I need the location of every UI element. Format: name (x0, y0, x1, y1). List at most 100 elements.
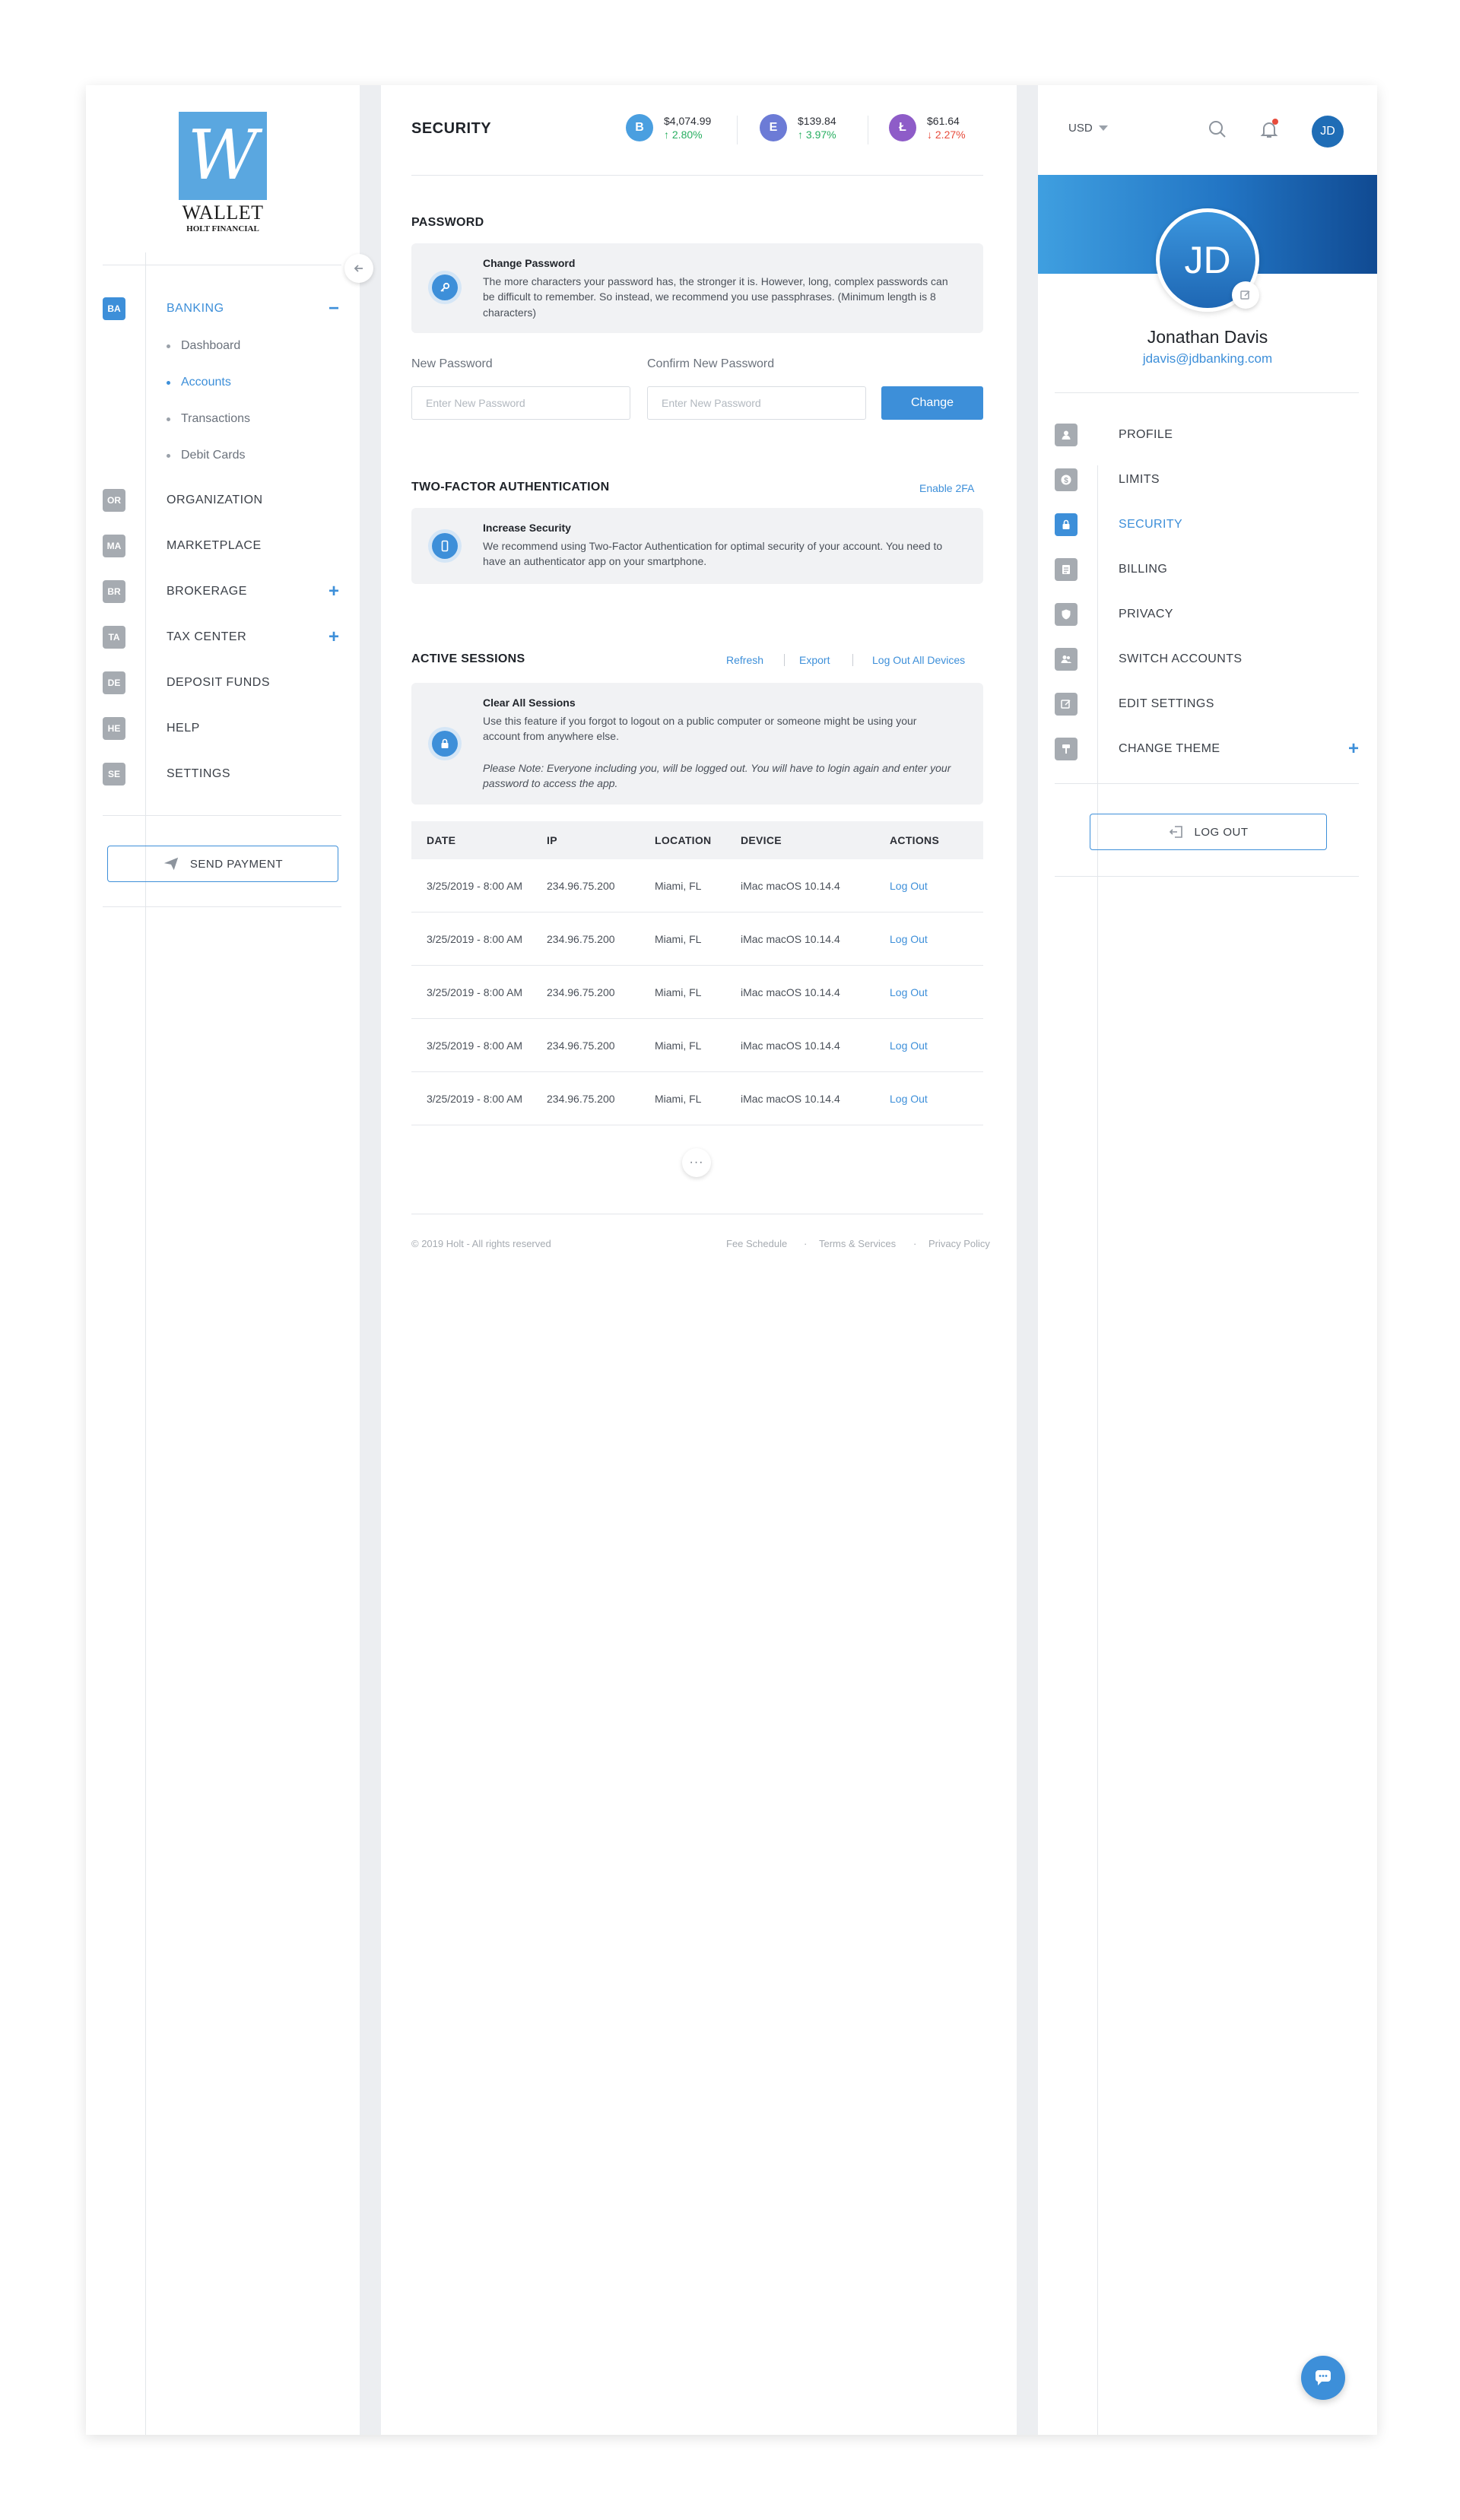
billing-icon (1055, 558, 1078, 581)
avatar[interactable]: JD (1312, 116, 1344, 148)
menu-item-privacy[interactable]: PRIVACY (1055, 602, 1359, 627)
sidebar-item-banking[interactable]: BA BANKING − (103, 297, 341, 321)
divider (1055, 392, 1359, 393)
send-payment-button[interactable]: SEND PAYMENT (107, 846, 338, 882)
load-more-button[interactable]: ··· (682, 1148, 711, 1177)
menu-item-security[interactable]: SECURITY (1055, 513, 1359, 537)
left-sidebar: W WALLET HOLT FINANCIAL BA BANKING − Das… (86, 85, 373, 2435)
search-icon (1209, 121, 1226, 138)
sidebar-item-help[interactable]: HE HELP (103, 716, 341, 741)
menu-item-profile[interactable]: PROFILE (1055, 423, 1359, 447)
litecoin-icon: Ł (889, 114, 916, 142)
table-row: 3/25/2019 - 8:00 AM 234.96.75.200 Miami,… (411, 966, 983, 1019)
organization-badge: OR (103, 489, 125, 512)
lock-icon (1055, 513, 1078, 536)
ethereum-icon: E (760, 114, 787, 142)
footer-link-privacy[interactable]: Privacy Policy (928, 1238, 990, 1249)
arrow-left-icon (354, 265, 363, 272)
cell-location: Miami, FL (655, 1092, 702, 1105)
cell-location: Miami, FL (655, 985, 702, 998)
logout-icon (1170, 826, 1183, 838)
key-icon (428, 271, 462, 304)
paper-plane-icon (163, 857, 179, 871)
cell-location: Miami, FL (655, 879, 702, 892)
log-out-link[interactable]: Log Out (890, 1039, 983, 1052)
confirm-password-input[interactable] (647, 386, 866, 420)
sidebar-item-label: HELP (167, 722, 200, 735)
settings-badge: SE (103, 763, 125, 786)
bullet-icon (167, 417, 170, 421)
menu-item-billing[interactable]: BILLING (1055, 557, 1359, 582)
increase-security-info: Increase Security We recommend using Two… (411, 508, 983, 584)
sidebar-subitem-debit-cards[interactable]: Debit Cards (167, 449, 245, 462)
page-title: SECURITY (411, 120, 492, 137)
expand-section-button[interactable]: + (326, 581, 341, 602)
sidebar-item-deposit-funds[interactable]: DE DEPOSIT FUNDS (103, 671, 341, 695)
dollar-icon: $ (1055, 468, 1078, 491)
sidebar-item-label: DEPOSIT FUNDS (167, 676, 270, 689)
sidebar-subitem-transactions[interactable]: Transactions (167, 412, 250, 426)
paint-roller-icon (1055, 738, 1078, 760)
footer-link-fee-schedule[interactable]: Fee Schedule (726, 1238, 787, 1249)
log-out-link[interactable]: Log Out (890, 933, 983, 945)
ticker-price: $61.64 (927, 115, 960, 127)
menu-item-edit-settings[interactable]: EDIT SETTINGS (1055, 692, 1359, 716)
sidebar-subitem-accounts[interactable]: Accounts (167, 376, 231, 389)
column-header[interactable]: DEVICE (741, 834, 890, 846)
ticker-litecoin[interactable]: Ł $61.64 ↓ 2.27% (889, 114, 966, 142)
menu-item-label: PROFILE (1119, 428, 1173, 441)
search-button[interactable] (1204, 116, 1231, 143)
cell-ip: 234.96.75.200 (547, 1039, 615, 1052)
cell-ip: 234.96.75.200 (547, 879, 615, 892)
wallet-logo[interactable]: W WALLET HOLT FINANCIAL (177, 112, 268, 241)
sidebar-item-tax-center[interactable]: TA TAX CENTER + (103, 625, 341, 649)
sidebar-item-marketplace[interactable]: MA MARKETPLACE (103, 534, 341, 558)
menu-item-limits[interactable]: $ LIMITS (1055, 468, 1359, 492)
edit-avatar-button[interactable] (1232, 281, 1259, 309)
sidebar-item-organization[interactable]: OR ORGANIZATION (103, 488, 341, 513)
sidebar-item-label: ORGANIZATION (167, 494, 263, 506)
log-out-link[interactable]: Log Out (890, 880, 983, 892)
column-header[interactable]: LOCATION (655, 834, 741, 846)
ticker-bitcoin[interactable]: B $4,074.99 ↑ 2.80% (626, 114, 711, 142)
collapse-section-button[interactable]: − (326, 298, 341, 319)
logo-wordmark: WALLET (182, 202, 264, 224)
column-header[interactable]: IP (547, 834, 655, 846)
cell-device: iMac macOS 10.14.4 (741, 1039, 840, 1052)
sidebar-item-brokerage[interactable]: BR BROKERAGE + (103, 579, 341, 604)
divider (784, 654, 785, 666)
log-out-button[interactable]: LOG OUT (1090, 814, 1327, 850)
currency-select[interactable]: USD (1068, 122, 1108, 135)
sidebar-subitem-dashboard[interactable]: Dashboard (167, 339, 240, 353)
log-out-link[interactable]: Log Out (890, 986, 983, 998)
notifications-button[interactable] (1255, 116, 1283, 143)
column-header[interactable]: ACTIONS (890, 834, 983, 846)
clear-sessions-info: Clear All Sessions Use this feature if y… (411, 683, 983, 805)
collapse-sidebar-button[interactable] (344, 254, 373, 283)
divider (852, 654, 853, 666)
chat-button[interactable] (1301, 2356, 1345, 2400)
expand-section-button[interactable]: + (326, 627, 341, 648)
column-header[interactable]: DATE (411, 834, 547, 846)
menu-item-change-theme[interactable]: CHANGE THEME + (1055, 737, 1359, 761)
menu-item-label: SECURITY (1119, 518, 1183, 531)
table-row: 3/25/2019 - 8:00 AM 234.96.75.200 Miami,… (411, 1019, 983, 1072)
new-password-input[interactable] (411, 386, 630, 420)
change-password-info: Change Password The more characters your… (411, 243, 983, 333)
cell-date: 3/25/2019 - 8:00 AM (427, 932, 523, 945)
ticker-ethereum[interactable]: E $139.84 ↑ 3.97% (760, 114, 836, 142)
footer-link-terms[interactable]: Terms & Services (819, 1238, 896, 1249)
log-out-link[interactable]: Log Out (890, 1093, 983, 1105)
info-title: Change Password (483, 257, 576, 269)
expand-theme-button[interactable]: + (1348, 738, 1359, 760)
log-out-all-devices-link[interactable]: Log Out All Devices (872, 654, 965, 666)
divider (1055, 783, 1359, 784)
cell-date: 3/25/2019 - 8:00 AM (427, 1039, 523, 1052)
menu-item-switch-accounts[interactable]: SWITCH ACCOUNTS (1055, 647, 1359, 671)
change-password-button[interactable]: Change (881, 386, 983, 420)
sidebar-item-settings[interactable]: SE SETTINGS (103, 762, 341, 786)
export-link[interactable]: Export (799, 654, 830, 666)
user-email[interactable]: jdavis@jdbanking.com (1038, 351, 1377, 367)
enable-2fa-link[interactable]: Enable 2FA (919, 482, 974, 494)
refresh-link[interactable]: Refresh (726, 654, 763, 666)
